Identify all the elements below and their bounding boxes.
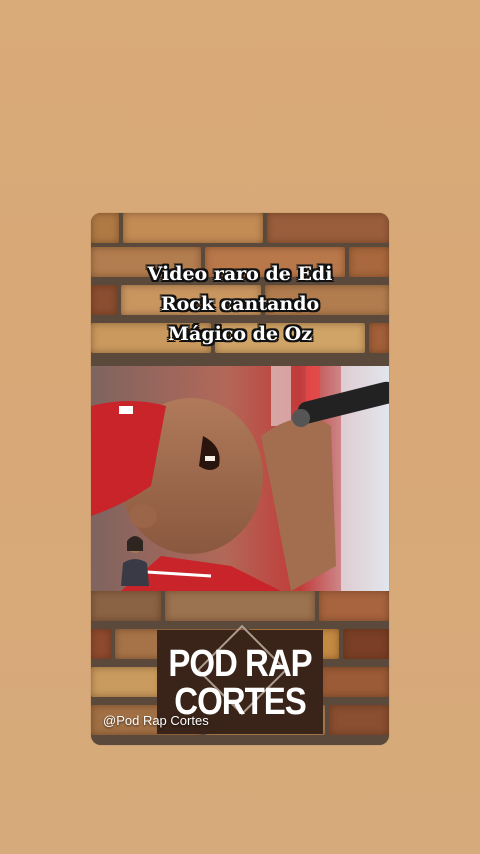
logo-line-2: CORTES xyxy=(174,679,307,723)
video-frame[interactable] xyxy=(91,366,389,591)
post-card[interactable]: Video raro de Edi Rock cantando Mágico d… xyxy=(91,213,389,745)
pod-rap-cortes-logo: POD RAP CORTES xyxy=(157,624,323,734)
interpreter-icon xyxy=(121,536,149,586)
post-title: Video raro de Edi Rock cantando Mágico d… xyxy=(147,263,333,345)
logo-line-1: POD RAP xyxy=(168,641,312,685)
